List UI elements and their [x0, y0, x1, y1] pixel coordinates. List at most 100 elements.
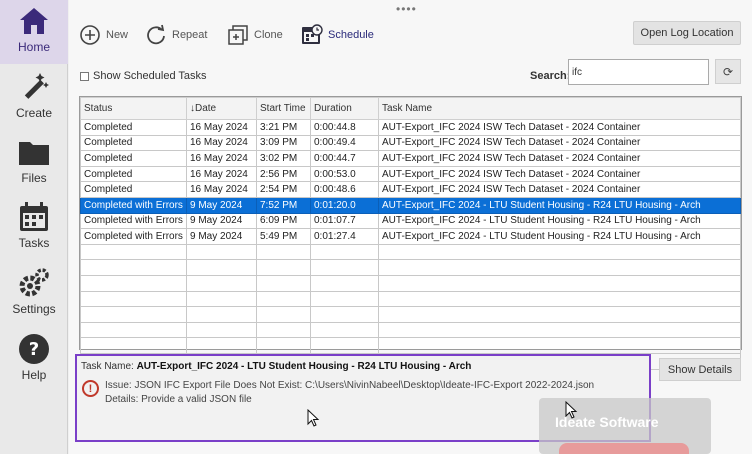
sidebar-item-create[interactable]: Create	[0, 66, 68, 130]
column-header-task-name[interactable]: Task Name	[378, 97, 741, 120]
cell-duration: 0:00:53.0	[310, 165, 379, 183]
repeat-button[interactable]: Repeat	[145, 22, 207, 48]
cell-task-name: AUT-Export_IFC 2024 ISW Tech Dataset - 2…	[378, 165, 741, 183]
repeat-icon	[147, 24, 165, 45]
table-row[interactable]: Completed 16 May 2024 3:09 PM 0:00:49.4 AUT-…	[80, 134, 741, 152]
cell-start-time: 3:02 PM	[256, 150, 311, 167]
cell-duration: 0:00:49.4	[310, 134, 379, 152]
cell-date: 9 May 2024	[186, 228, 257, 245]
grid-header-row: Status ↓Date Start Time Duration Task Na…	[80, 97, 741, 120]
task-history-grid[interactable]: Status ↓Date Start Time Duration Task Na…	[79, 96, 742, 350]
cell-task-name: AUT-Export_IFC 2024 ISW Tech Dataset - 2…	[378, 134, 741, 152]
search-label: Search:	[530, 70, 571, 82]
table-row[interactable]: Completed 16 May 2024 3:21 PM 0:00:44.8 AUT-…	[80, 119, 741, 136]
drag-handle[interactable]: ••••	[396, 2, 417, 16]
column-header-date[interactable]: ↓Date	[186, 97, 257, 120]
column-header-status[interactable]: Status	[80, 97, 187, 120]
table-row[interactable]: Completed 16 May 2024 2:56 PM 0:00:53.0 AUT-…	[80, 165, 741, 183]
calendar-icon	[20, 202, 48, 231]
sidebar-item-label: Create	[15, 106, 53, 120]
cell-start-time: 6:09 PM	[256, 212, 311, 230]
table-row[interactable]: Completed 16 May 2024 3:02 PM 0:00:44.7 AUT-…	[80, 150, 741, 167]
folder-icon	[19, 142, 49, 165]
cell-duration: 0:00:44.7	[310, 150, 379, 167]
show-scheduled-tasks[interactable]: Show Scheduled Tasks	[80, 70, 207, 82]
sidebar-item-label: Home	[17, 40, 50, 54]
cell-start-time: 3:09 PM	[256, 134, 311, 152]
sidebar-item-settings[interactable]: Settings	[0, 262, 68, 326]
mouse-cursor-icon	[307, 409, 320, 427]
sidebar-item-label: Help	[21, 368, 47, 382]
cell-task-name: AUT-Export_IFC 2024 ISW Tech Dataset - 2…	[378, 181, 741, 198]
cell-date: 16 May 2024	[186, 165, 257, 183]
mouse-cursor-icon	[565, 401, 578, 419]
table-row[interactable]: Completed with Errors 9 May 2024 6:09 PM 0:…	[80, 212, 741, 230]
cell-status: Completed	[80, 165, 187, 183]
help-icon: ?	[19, 334, 49, 364]
cell-duration: 0:00:44.8	[310, 119, 379, 136]
cell-start-time: 3:21 PM	[256, 119, 311, 136]
cell-status: Completed	[80, 119, 187, 136]
error-icon: !	[82, 380, 99, 397]
table-row[interactable]: Completed with Errors 9 May 2024 7:52 PM 0:…	[80, 196, 741, 214]
new-label: New	[106, 29, 129, 41]
cell-task-name: AUT-Export_IFC 2024 - LTU Student Housin…	[378, 228, 741, 245]
sidebar: Home Create Files Tasks Settings ? Help	[0, 0, 68, 454]
column-header-start-time[interactable]: Start Time	[256, 97, 311, 120]
table-row[interactable]: Completed with Errors 9 May 2024 5:49 PM 0:…	[80, 228, 741, 245]
sidebar-item-home[interactable]: Home	[0, 0, 68, 64]
cell-status: Completed	[80, 181, 187, 198]
schedule-icon	[302, 24, 323, 44]
sidebar-item-label: Tasks	[18, 236, 50, 250]
clone-button[interactable]: Clone	[227, 22, 283, 48]
detail-details: Details: Provide a valid JSON file	[105, 394, 252, 405]
sidebar-item-tasks[interactable]: Tasks	[0, 196, 68, 260]
cell-date: 9 May 2024	[186, 212, 257, 230]
schedule-label: Schedule	[328, 29, 374, 41]
cell-date: 16 May 2024	[186, 134, 257, 152]
table-row[interactable]: Completed 16 May 2024 2:54 PM 0:00:48.6 AUT-…	[80, 181, 741, 198]
cell-task-name: AUT-Export_IFC 2024 - LTU Student Housin…	[378, 212, 741, 230]
cell-start-time: 5:49 PM	[256, 228, 311, 245]
cell-task-name: AUT-Export_IFC 2024 ISW Tech Dataset - 2…	[378, 150, 741, 167]
cell-date: 9 May 2024	[186, 196, 257, 214]
cell-duration: 0:01:20.0	[310, 196, 379, 214]
cell-status: Completed	[80, 134, 187, 152]
column-header-duration[interactable]: Duration	[310, 97, 379, 120]
sidebar-item-files[interactable]: Files	[0, 131, 68, 195]
detail-issue: Issue: JSON IFC Export File Does Not Exi…	[105, 380, 595, 391]
cell-task-name: AUT-Export_IFC 2024 ISW Tech Dataset - 2…	[378, 119, 741, 136]
cell-date: 16 May 2024	[186, 181, 257, 198]
plus-circle-icon	[80, 25, 100, 45]
cell-status: Completed	[80, 150, 187, 167]
sidebar-item-label: Files	[21, 171, 47, 185]
show-details-button[interactable]: Show Details	[659, 358, 741, 381]
cell-status: Completed with Errors	[80, 212, 187, 230]
repeat-label: Repeat	[172, 29, 208, 41]
sidebar-item-label: Settings	[12, 302, 56, 316]
clone-icon	[228, 25, 248, 45]
new-button[interactable]: New	[79, 22, 128, 48]
search-input[interactable]	[568, 59, 709, 85]
gear-icon	[19, 268, 49, 297]
home-icon	[20, 8, 48, 34]
detail-task-name: Task Name: AUT-Export_IFC 2024 - LTU Stu…	[81, 361, 472, 372]
cell-task-name: AUT-Export_IFC 2024 - LTU Student Housin…	[378, 196, 741, 214]
cell-date: 16 May 2024	[186, 150, 257, 167]
show-scheduled-checkbox[interactable]	[80, 71, 89, 81]
magic-wand-icon	[24, 73, 49, 99]
cell-start-time: 2:54 PM	[256, 181, 311, 198]
open-log-location-button[interactable]: Open Log Location	[633, 21, 741, 45]
show-scheduled-label: Show Scheduled Tasks	[93, 70, 207, 82]
svg-text:?: ?	[29, 339, 39, 360]
cell-duration: 0:01:07.7	[310, 212, 379, 230]
cell-duration: 0:01:27.4	[310, 228, 379, 245]
cell-status: Completed with Errors	[80, 196, 187, 214]
watermark-accent	[559, 443, 689, 454]
clone-label: Clone	[254, 29, 283, 41]
refresh-icon: ⟳	[722, 64, 734, 79]
cell-date: 16 May 2024	[186, 119, 257, 136]
sidebar-item-help[interactable]: ? Help	[0, 328, 68, 392]
refresh-button[interactable]: ⟳	[715, 59, 741, 84]
schedule-button[interactable]: Schedule	[301, 22, 374, 48]
